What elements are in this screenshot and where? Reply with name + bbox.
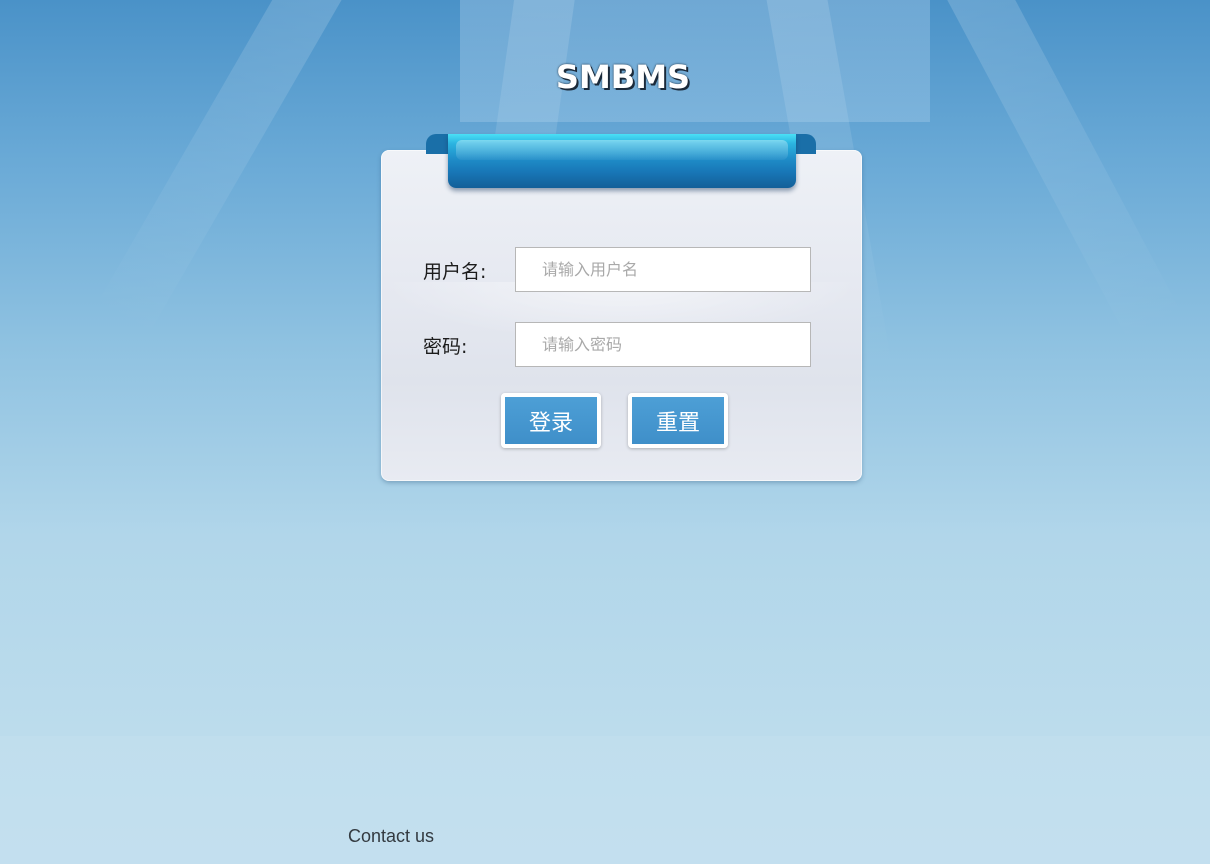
contact-us-link[interactable]: Contact us [348,826,434,847]
background-streak [933,0,1184,345]
footer-band [0,736,1210,864]
reset-button[interactable]: 重置 [628,393,728,448]
password-input[interactable] [515,322,811,367]
card-ribbon [448,134,796,188]
login-button[interactable]: 登录 [501,393,601,448]
username-label: 用户名: [423,261,487,283]
login-page: SMBMS 用户名: 密码: 登录 重置 Contact us [0,0,1210,864]
background-streak [94,0,356,339]
password-label: 密码: [423,336,468,358]
username-input[interactable] [515,247,811,292]
app-title: SMBMS [555,58,691,96]
login-card [381,150,862,481]
